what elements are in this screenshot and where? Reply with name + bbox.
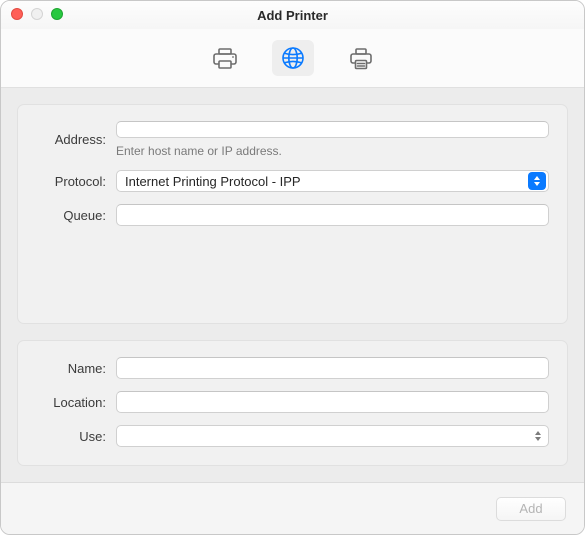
tab-ip[interactable] <box>272 40 314 76</box>
connection-pane: Address: Enter host name or IP address. … <box>17 104 568 324</box>
use-label: Use: <box>36 429 106 444</box>
window-title: Add Printer <box>257 8 328 23</box>
dialog-body: Address: Enter host name or IP address. … <box>1 88 584 482</box>
protocol-label: Protocol: <box>36 174 106 189</box>
footer: Add <box>1 482 584 534</box>
address-input[interactable] <box>116 121 549 138</box>
add-button: Add <box>496 497 566 521</box>
row-name: Name: <box>36 357 549 379</box>
titlebar: Add Printer <box>1 1 584 29</box>
use-select[interactable] <box>116 425 549 447</box>
address-label: Address: <box>36 132 106 147</box>
row-use: Use: <box>36 425 549 447</box>
row-location: Location: <box>36 391 549 413</box>
globe-icon <box>280 45 306 71</box>
details-pane: Name: Location: Use: <box>17 340 568 466</box>
name-input[interactable] <box>116 357 549 379</box>
add-printer-window: Add Printer <box>0 0 585 535</box>
name-label: Name: <box>36 361 106 376</box>
window-controls <box>11 8 63 20</box>
queue-label: Queue: <box>36 208 106 223</box>
updown-icon <box>530 427 546 445</box>
address-hint: Enter host name or IP address. <box>116 144 549 158</box>
minimize-window-button <box>31 8 43 20</box>
row-address: Address: Enter host name or IP address. <box>36 121 549 158</box>
zoom-window-button[interactable] <box>51 8 63 20</box>
updown-icon <box>528 172 546 190</box>
tab-windows[interactable] <box>340 40 382 76</box>
printer-icon <box>211 46 239 70</box>
protocol-select[interactable]: Internet Printing Protocol - IPP <box>116 170 549 192</box>
printer-advanced-icon <box>347 46 375 70</box>
row-protocol: Protocol: Internet Printing Protocol - I… <box>36 170 549 192</box>
close-window-button[interactable] <box>11 8 23 20</box>
location-label: Location: <box>36 395 106 410</box>
row-queue: Queue: <box>36 204 549 226</box>
toolbar <box>1 29 584 88</box>
tab-default[interactable] <box>204 40 246 76</box>
location-input[interactable] <box>116 391 549 413</box>
queue-input[interactable] <box>116 204 549 226</box>
protocol-value: Internet Printing Protocol - IPP <box>117 174 528 189</box>
